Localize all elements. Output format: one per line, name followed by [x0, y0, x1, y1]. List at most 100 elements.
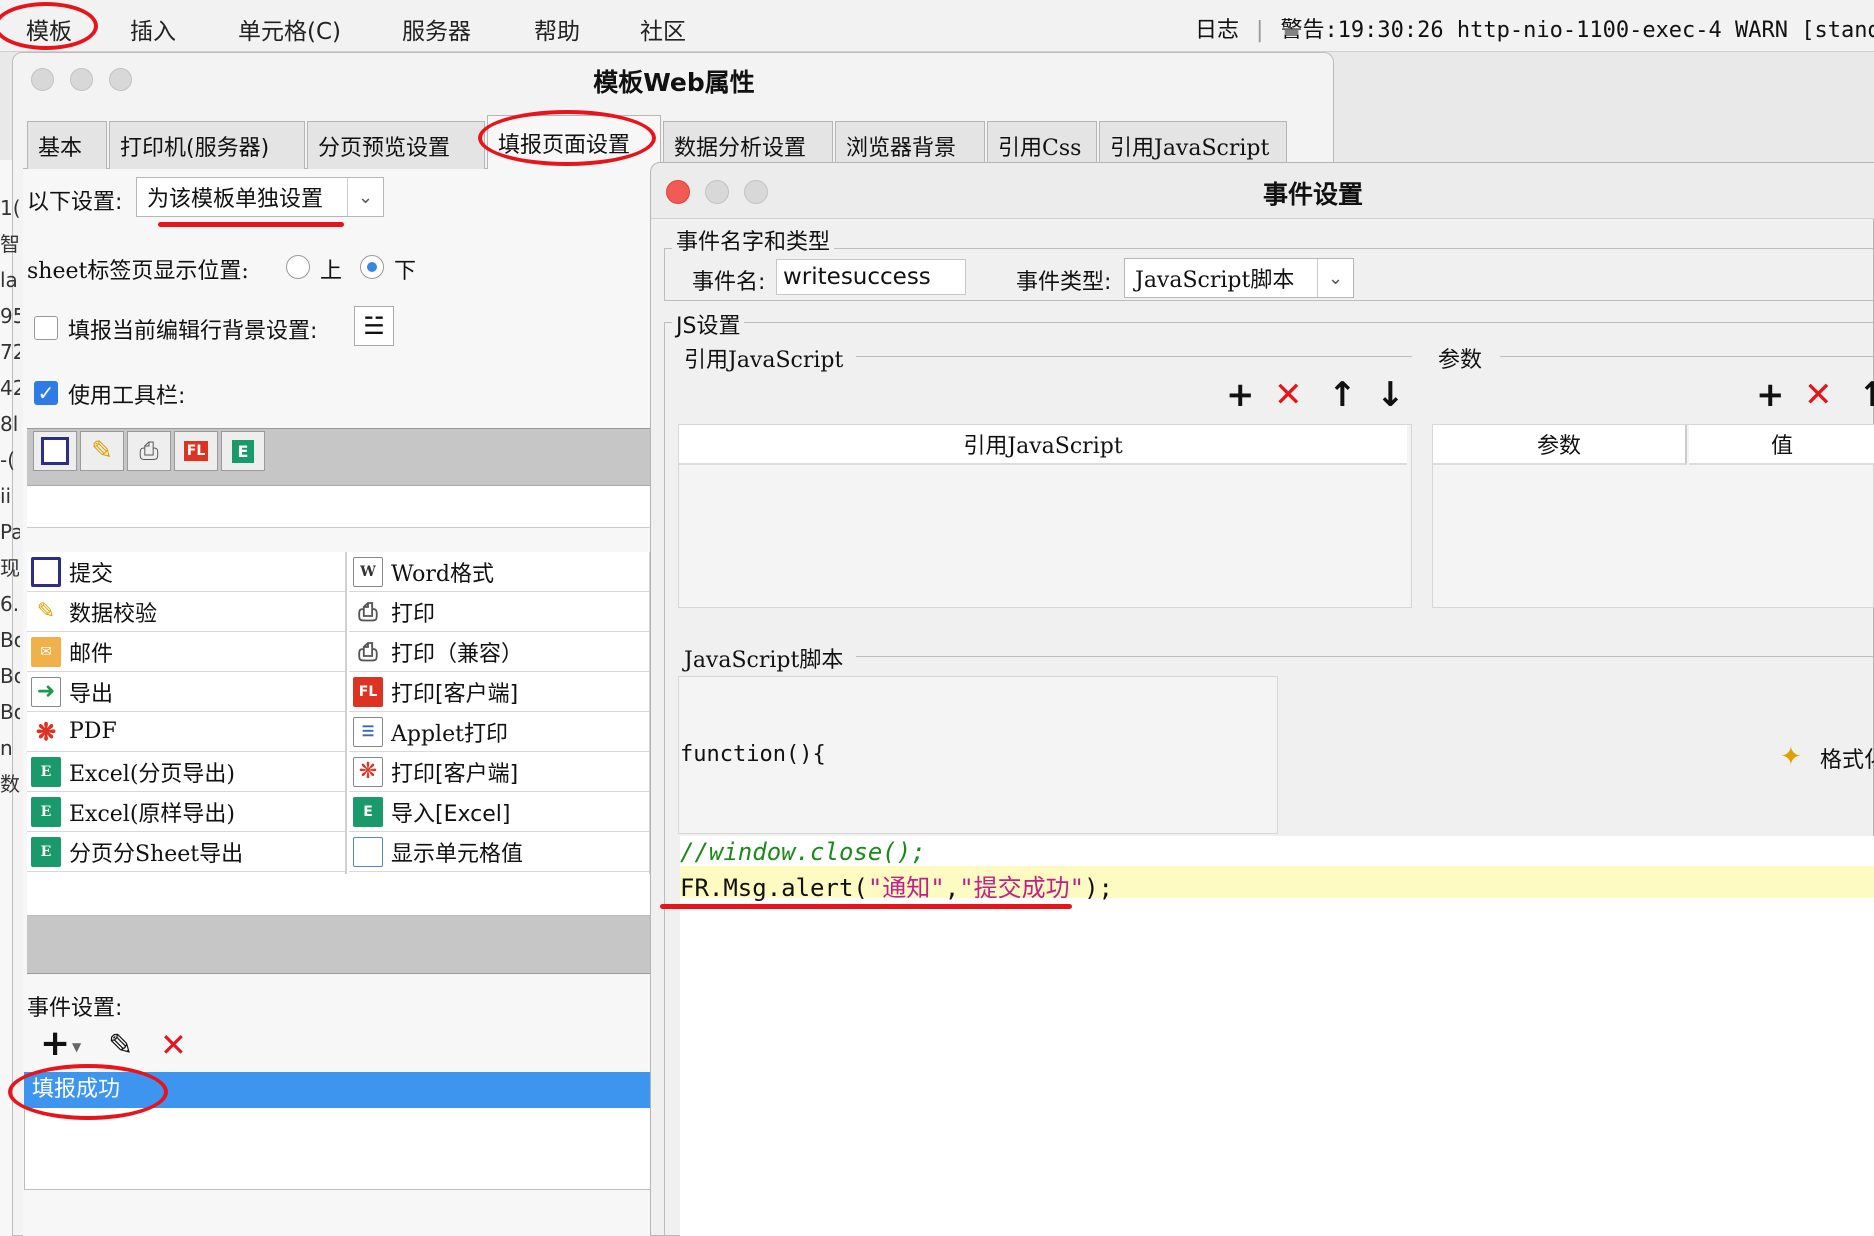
warning-text: 警告:19:30:26 http-nio-1100-exec-4 WARN [s…	[1280, 18, 1874, 43]
add-event-icon[interactable]: +	[40, 1026, 70, 1062]
cell-value-icon	[353, 836, 383, 867]
row-bg-label: 填报当前编辑行背景设置:	[68, 319, 318, 344]
menu-community[interactable]: 社区	[640, 12, 686, 46]
radio-bottom[interactable]	[360, 255, 384, 279]
grid-grey-row	[27, 916, 667, 974]
delete-js-icon[interactable]: ✕	[1274, 378, 1303, 412]
tab-basic[interactable]: 基本	[27, 121, 107, 169]
btn-import-excel[interactable]: E 导入[Excel]	[349, 792, 649, 832]
btn-pdf[interactable]: ❋ PDF	[27, 712, 347, 752]
btn-show-cell-value[interactable]: 显示单元格值	[349, 832, 649, 872]
use-toolbar-checkbox[interactable]: ✓	[34, 381, 58, 405]
btn-export[interactable]: ➜ 导出	[27, 672, 347, 712]
chevron-down-icon: ⌄	[347, 178, 383, 216]
btn-print[interactable]: ⎙ 打印	[349, 592, 649, 632]
ref-js-column-header[interactable]: 引用JavaScript	[679, 425, 1407, 465]
event-type-combo[interactable]: JavaScript脚本 ⌄	[1124, 258, 1354, 298]
menu-help[interactable]: 帮助	[534, 12, 580, 46]
menu-server[interactable]: 服务器	[402, 12, 471, 46]
value-column-header[interactable]: 值	[1689, 425, 1874, 465]
menu-insert[interactable]: 插入	[130, 12, 176, 46]
tab-printer[interactable]: 打印机(服务器)	[109, 121, 305, 169]
use-toolbar-label: 使用工具栏:	[68, 384, 186, 409]
add-param-icon[interactable]: +	[1756, 378, 1785, 412]
toolbar-button-grid: 提交 ✎ 数据校验 ✉ 邮件 ➜ 导出 ❋ PDF E Excel(分页导出) E Exce…	[27, 552, 667, 874]
printer-icon: ⎙	[358, 637, 378, 666]
pencil-icon[interactable]: ✎	[80, 431, 124, 471]
arrow-down-icon[interactable]: ↓	[1376, 378, 1405, 412]
excel-icon: E	[31, 836, 61, 867]
pdf-icon: ❋	[35, 717, 57, 746]
btn-print-client-pdf[interactable]: ❋ 打印[客户端]	[349, 752, 649, 792]
word-icon: W	[353, 556, 383, 587]
js-settings-label: JS设置	[672, 308, 745, 340]
radio-top[interactable]	[286, 255, 310, 279]
pdf-print-icon: ❋	[353, 756, 383, 787]
event-type-label: 事件类型:	[1016, 270, 1112, 295]
log-label[interactable]: 日志	[1195, 18, 1239, 43]
btn-applet-print[interactable]: ☰ Applet打印	[349, 712, 649, 752]
strip-text: 1(智 la 95 72 42 8l -(ii Pa 现 6. Bo Bo Bo n数	[0, 196, 20, 796]
group-border	[664, 248, 1874, 249]
event-dialog-title: 事件设置	[1262, 180, 1363, 209]
annotation-ring-event	[8, 1064, 168, 1120]
broom-icon[interactable]: ✦	[1780, 742, 1802, 772]
excel-icon[interactable]: E	[221, 431, 265, 471]
params-label: 参数	[1438, 348, 1483, 373]
ref-js-label: 引用JavaScript	[684, 348, 844, 373]
btn-validate[interactable]: ✎ 数据校验	[27, 592, 347, 632]
event-name-input[interactable]: writesuccess	[776, 259, 966, 295]
applet-print-icon: ☰	[353, 716, 383, 747]
pencil-icon: ✎	[36, 599, 56, 624]
grid-blank-row	[27, 874, 667, 916]
group-name-type-label: 事件名字和类型	[672, 224, 835, 256]
annotation-ring-tab	[478, 110, 656, 166]
paint-bucket-icon[interactable]: ☱	[354, 306, 394, 346]
sheet-position-label: sheet标签页显示位置:	[27, 259, 249, 284]
btn-word[interactable]: W Word格式	[349, 552, 649, 592]
chevron-down-icon[interactable]: ▼	[72, 1040, 81, 1054]
code-alert-line: FR.Msg.alert("通知","提交成功");	[680, 874, 1114, 902]
btn-email[interactable]: ✉ 邮件	[27, 632, 347, 672]
btn-excel-sheet[interactable]: E 分页分Sheet导出	[27, 832, 347, 872]
tab-page-preview[interactable]: 分页预览设置	[307, 121, 485, 169]
arrow-up-icon[interactable]: ↑	[1328, 378, 1357, 412]
function-header: function(){	[680, 742, 826, 767]
annotation-underline-setting	[158, 222, 344, 227]
menu-bar: 模板 插入 单元格(C) 服务器 帮助 社区 日志 | 警告:19:30:26 …	[0, 0, 1874, 52]
radio-bottom-label: 下	[394, 259, 417, 284]
menu-cell[interactable]: 单元格(C)	[238, 12, 341, 46]
param-table: 参数 值	[1432, 424, 1874, 608]
flash-print-icon[interactable]: FL	[174, 431, 218, 471]
btn-excel-original[interactable]: E Excel(原样导出)	[27, 792, 347, 832]
delete-param-icon[interactable]: ✕	[1804, 378, 1833, 412]
arrow-up-icon[interactable]: ↑	[1858, 378, 1874, 412]
save-icon	[31, 556, 61, 587]
save-icon[interactable]	[33, 431, 77, 471]
btn-excel-page[interactable]: E Excel(分页导出)	[27, 752, 347, 792]
dialog-title: 模板Web属性	[593, 68, 755, 97]
js-script-label: JavaScript脚本	[684, 648, 844, 673]
setting-combo[interactable]: 为该模板单独设置 ⌄	[136, 177, 384, 217]
row-bg-checkbox[interactable]	[34, 316, 58, 340]
edit-pencil-icon[interactable]: ✎	[108, 1028, 133, 1063]
param-column-header[interactable]: 参数	[1433, 425, 1687, 465]
envelope-icon: ✉	[31, 636, 61, 667]
btn-print-client[interactable]: FL 打印[客户端]	[349, 672, 649, 712]
delete-icon[interactable]: ✕	[160, 1026, 187, 1064]
printer-icon[interactable]: ⎙	[127, 431, 171, 471]
radio-top-label: 上	[320, 259, 343, 284]
format-label[interactable]: 格式化	[1820, 742, 1874, 774]
flash-print-icon: FL	[353, 676, 383, 707]
btn-submit[interactable]: 提交	[27, 552, 347, 592]
printer-icon: ⎙	[358, 597, 378, 626]
add-js-icon[interactable]: +	[1226, 378, 1255, 412]
export-icon: ➜	[31, 676, 61, 707]
btn-print-compat[interactable]: ⎙ 打印（兼容）	[349, 632, 649, 672]
excel-icon: E	[31, 796, 61, 827]
code-comment: //window.close();	[680, 838, 926, 866]
log-area: 日志 | 警告:19:30:26 http-nio-1100-exec-4 WA…	[1195, 12, 1874, 44]
event-settings-label: 事件设置:	[27, 996, 123, 1021]
event-name-label: 事件名:	[692, 270, 766, 295]
excel-icon: E	[353, 796, 383, 827]
